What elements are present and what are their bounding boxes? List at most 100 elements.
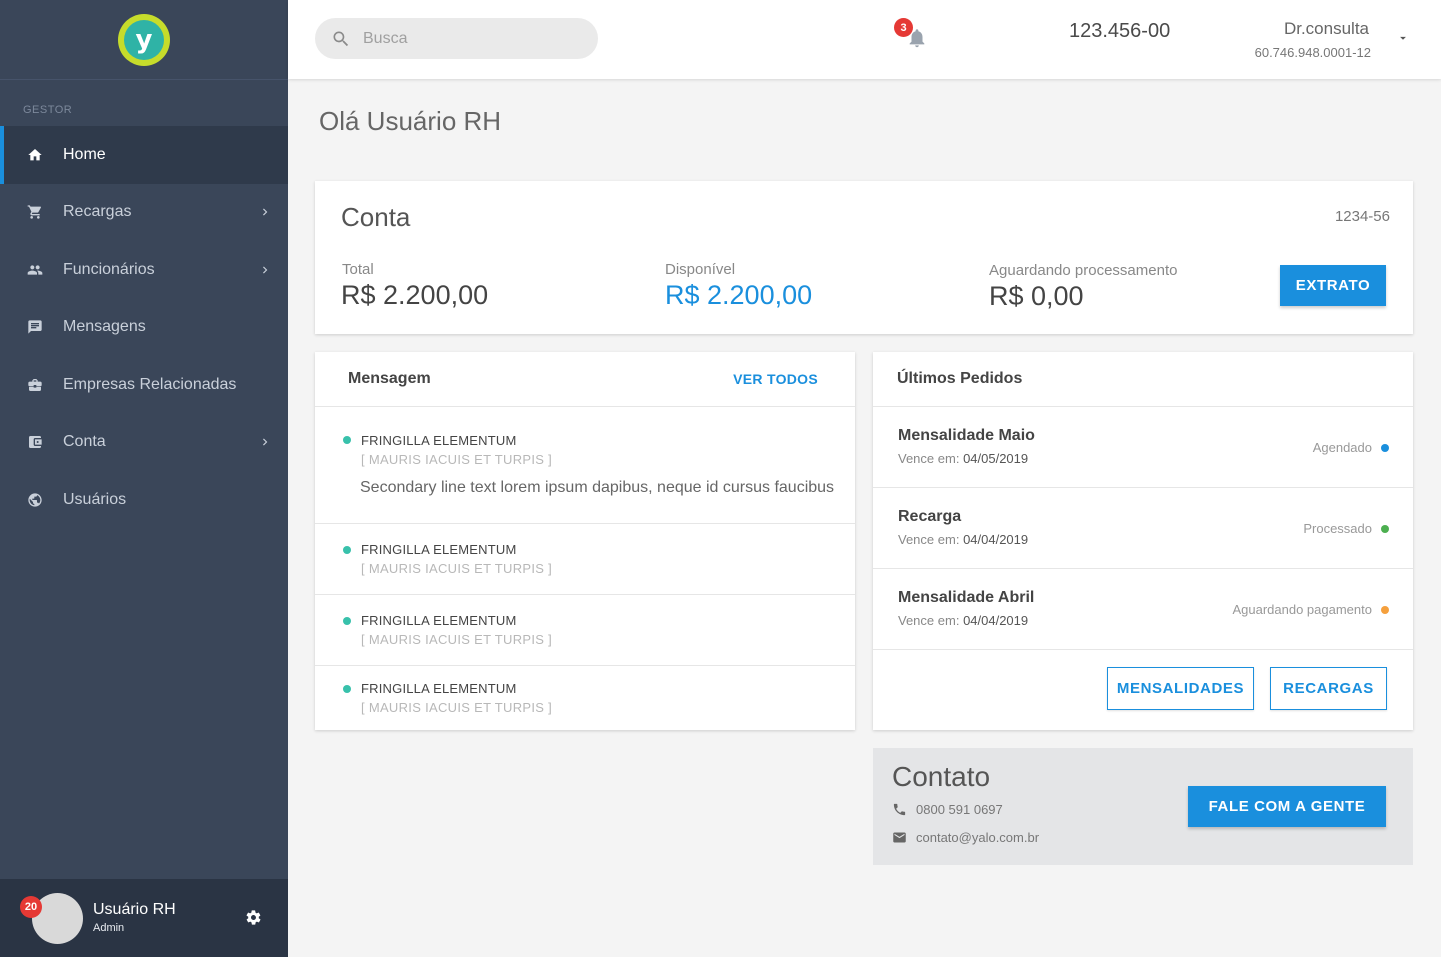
messages-title: Mensagem xyxy=(348,370,431,387)
notifications-button[interactable]: 3 xyxy=(894,18,930,52)
message-title: FRINGILLA ELEMENTUM xyxy=(361,681,517,696)
account-number: 123.456-00 xyxy=(1069,20,1171,42)
list-item[interactable]: FRINGILLA ELEMENTUM [ MAURIS IACUIS ET T… xyxy=(315,407,855,524)
account-code: 1234-56 xyxy=(1334,208,1390,225)
total-value: R$ 2.200,00 xyxy=(341,280,489,310)
sidebar-item-label: Usuários xyxy=(63,490,127,508)
people-icon xyxy=(27,262,43,278)
user-footer: 20 Usuário RH Admin xyxy=(0,879,288,957)
order-status: Processado xyxy=(1303,521,1372,536)
order-row[interactable]: Mensalidade Maio Vence em: 04/05/2019 Ag… xyxy=(873,407,1413,488)
unread-dot xyxy=(343,617,351,625)
order-due: Vence em: 04/04/2019 xyxy=(898,613,1029,628)
logo-letter: y xyxy=(124,19,164,60)
user-name: Usuário RH xyxy=(93,901,176,918)
order-due-date: 04/04/2019 xyxy=(963,532,1029,547)
phone-number: 0800 591 0697 xyxy=(916,802,1003,817)
order-title: Recarga xyxy=(898,508,962,525)
sidebar-item-funcionarios[interactable]: Funcionários xyxy=(0,241,288,299)
status-dot xyxy=(1381,525,1389,533)
list-item[interactable]: FRINGILLA ELEMENTUM [ MAURIS IACUIS ET T… xyxy=(315,595,855,666)
list-item[interactable]: FRINGILLA ELEMENTUM [ MAURIS IACUIS ET T… xyxy=(315,666,855,729)
sidebar: y GESTOR Home Recargas Funcionários Mens… xyxy=(0,0,288,957)
sidebar-item-label: Mensagens xyxy=(63,318,146,336)
company-name[interactable]: Dr.consulta xyxy=(1284,19,1369,39)
message-body: Secondary line text lorem ipsum dapibus,… xyxy=(360,479,835,496)
search-input[interactable] xyxy=(363,29,563,48)
message-title: FRINGILLA ELEMENTUM xyxy=(361,433,517,448)
phone-icon xyxy=(893,803,906,816)
unread-dot xyxy=(343,436,351,444)
recargas-button[interactable]: RECARGAS xyxy=(1270,667,1387,710)
sidebar-item-conta[interactable]: Conta xyxy=(0,414,288,472)
orders-header: Últimos Pedidos xyxy=(873,352,1413,407)
chevron-down-icon[interactable] xyxy=(1396,31,1410,45)
message-title: FRINGILLA ELEMENTUM xyxy=(361,542,517,557)
contact-email: contato@yalo.com.br xyxy=(892,830,1039,845)
sidebar-item-empresas-relacionadas[interactable]: Empresas Relacionadas xyxy=(0,356,288,414)
contact-us-button[interactable]: FALE COM A GENTE xyxy=(1188,786,1386,827)
sidebar-item-recargas[interactable]: Recargas xyxy=(0,184,288,242)
sidebar-item-label: Funcionários xyxy=(63,260,155,278)
orders-card: Últimos Pedidos Mensalidade Maio Vence e… xyxy=(873,352,1413,730)
sidebar-item-home[interactable]: Home xyxy=(0,126,288,184)
order-due-date: 04/05/2019 xyxy=(963,451,1029,466)
messages-header: Mensagem VER TODOS xyxy=(315,352,855,407)
topbar: 3 123.456-00 Dr.consulta 60.746.948.0001… xyxy=(288,0,1441,79)
message-subtitle: [ MAURIS IACUIS ET TURPIS ] xyxy=(361,700,553,715)
available-value: R$ 2.200,00 xyxy=(665,280,813,310)
sidebar-item-usuarios[interactable]: Usuários xyxy=(0,471,288,529)
section-label-gestor: GESTOR xyxy=(23,104,73,116)
pending-label: Aguardando processamento xyxy=(989,262,1178,279)
logo-area: y xyxy=(0,0,288,80)
user-notification-badge: 20 xyxy=(20,896,42,918)
message-subtitle: [ MAURIS IACUIS ET TURPIS ] xyxy=(361,632,553,647)
list-item[interactable]: FRINGILLA ELEMENTUM [ MAURIS IACUIS ET T… xyxy=(315,524,855,595)
order-title: Mensalidade Maio xyxy=(898,427,1035,444)
sidebar-item-label: Empresas Relacionadas xyxy=(63,375,237,393)
status-dot xyxy=(1381,444,1389,452)
email-address[interactable]: contato@yalo.com.br xyxy=(916,830,1039,845)
sidebar-item-label: Home xyxy=(63,145,106,163)
mensalidades-button[interactable]: MENSALIDADES xyxy=(1107,667,1254,710)
page-title: Olá Usuário RH xyxy=(319,106,502,136)
messages-card: Mensagem VER TODOS FRINGILLA ELEMENTUM [… xyxy=(315,352,855,730)
chevron-right-icon xyxy=(258,435,272,449)
contact-title: Contato xyxy=(892,761,991,792)
search-box[interactable] xyxy=(315,18,598,59)
gear-icon[interactable] xyxy=(245,909,262,926)
briefcase-icon xyxy=(27,377,43,393)
unread-dot xyxy=(343,546,351,554)
see-all-link[interactable]: VER TODOS xyxy=(733,371,818,387)
sidebar-item-mensagens[interactable]: Mensagens xyxy=(0,299,288,357)
yalo-logo[interactable]: y xyxy=(118,13,170,66)
order-row[interactable]: Recarga Vence em: 04/04/2019 Processado xyxy=(873,488,1413,569)
company-cnpj: 60.746.948.0001-12 xyxy=(1254,45,1371,60)
chevron-right-icon xyxy=(258,205,272,219)
order-due: Vence em: 04/04/2019 xyxy=(898,532,1029,547)
message-subtitle: [ MAURIS IACUIS ET TURPIS ] xyxy=(361,452,553,467)
mail-icon xyxy=(893,832,906,843)
order-status: Aguardando pagamento xyxy=(1232,602,1372,617)
extrato-button[interactable]: EXTRATO xyxy=(1280,265,1386,306)
notification-badge: 3 xyxy=(894,18,913,37)
available-label: Disponível xyxy=(665,261,736,278)
status-dot xyxy=(1381,606,1389,614)
home-icon xyxy=(27,147,43,163)
order-title: Mensalidade Abril xyxy=(898,589,1035,606)
user-role: Admin xyxy=(93,922,125,934)
cart-icon xyxy=(27,204,43,220)
sidebar-item-label: Conta xyxy=(63,433,106,451)
wallet-icon xyxy=(27,434,43,450)
total-label: Total xyxy=(342,261,374,278)
chevron-right-icon xyxy=(258,263,272,277)
globe-icon xyxy=(27,492,43,508)
account-title: Conta xyxy=(341,202,411,232)
order-row[interactable]: Mensalidade Abril Vence em: 04/04/2019 A… xyxy=(873,569,1413,650)
unread-dot xyxy=(343,685,351,693)
search-icon xyxy=(333,31,349,46)
order-status: Agendado xyxy=(1312,440,1372,455)
contact-card: Contato 0800 591 0697 contato@yalo.com.b… xyxy=(873,748,1413,865)
account-card: Conta 1234-56 Total R$ 2.200,00 Disponív… xyxy=(315,181,1413,334)
sidebar-item-label: Recargas xyxy=(63,203,132,221)
